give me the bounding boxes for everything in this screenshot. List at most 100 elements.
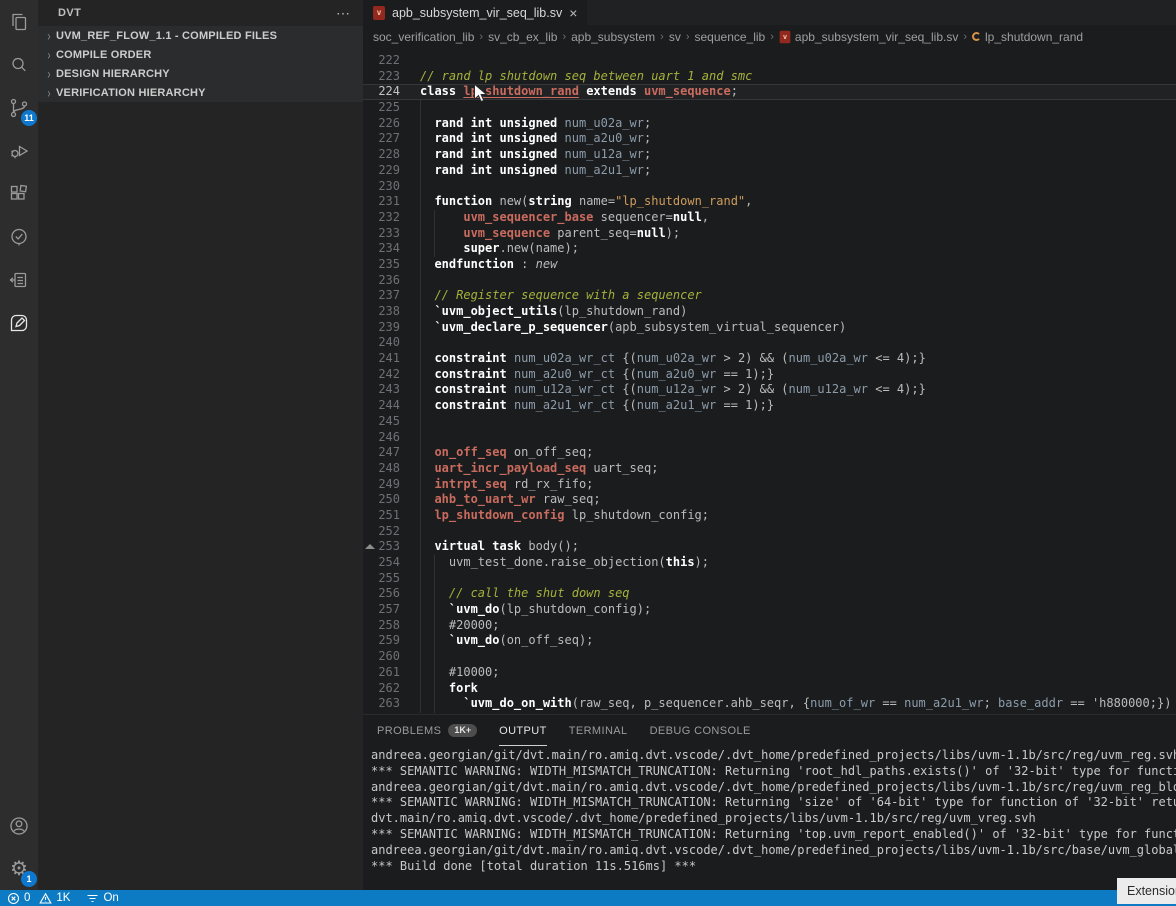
code-line[interactable]: 226 rand int unsigned num_u02a_wr;: [363, 116, 1176, 132]
code-line[interactable]: 246: [363, 430, 1176, 446]
problems-badge: 1K+: [448, 724, 477, 737]
code-line[interactable]: 240: [363, 335, 1176, 351]
line-number: 229: [363, 163, 408, 179]
settings-gear-icon[interactable]: ⚙ 1: [0, 847, 38, 890]
output-line: *** SEMANTIC WARNING: WIDTH_MISMATCH_TRU…: [371, 827, 1176, 843]
tab-apb-subsystem-vir-seq-lib[interactable]: apb_subsystem_vir_seq_lib.sv ×: [363, 0, 587, 25]
code-line[interactable]: 231 function new(string name="lp_shutdow…: [363, 194, 1176, 210]
code-line[interactable]: 250 ahb_to_uart_wr raw_seq;: [363, 492, 1176, 508]
code-line[interactable]: 257 `uvm_do(lp_shutdown_config);: [363, 602, 1176, 618]
problems-status[interactable]: 0 1K: [7, 892, 70, 905]
dvt-filter-status[interactable]: On: [86, 892, 118, 905]
line-number: 256: [363, 586, 408, 602]
code-line[interactable]: 224class lp_shutdown_rand extends uvm_se…: [363, 84, 1176, 100]
code-line[interactable]: 235 endfunction : new: [363, 257, 1176, 273]
tab-close-icon[interactable]: ×: [569, 6, 577, 20]
breadcrumb-item[interactable]: sv_cb_ex_lib: [488, 30, 557, 44]
sidebar-tree-item[interactable]: ›COMPILE ORDER: [38, 45, 363, 64]
code-line[interactable]: 248 uart_incr_payload_seq uart_seq;: [363, 461, 1176, 477]
breadcrumb-item[interactable]: apb_subsystem: [571, 30, 655, 44]
code-line[interactable]: 261 #10000;: [363, 665, 1176, 681]
line-number: 235: [363, 257, 408, 273]
search-icon[interactable]: [0, 43, 38, 86]
code-line[interactable]: 233 uvm_sequence parent_seq=null);: [363, 226, 1176, 242]
sidebar-tree-item[interactable]: ›VERIFICATION HIERARCHY: [38, 83, 363, 102]
code-line[interactable]: 247 on_off_seq on_off_seq;: [363, 445, 1176, 461]
verification-check-icon[interactable]: [0, 215, 38, 258]
code-line[interactable]: 245: [363, 414, 1176, 430]
code-line[interactable]: 225: [363, 100, 1176, 116]
warning-count: 1K: [56, 892, 70, 904]
output-line: andreea.georgian/git/dvt.main/ro.amiq.dv…: [371, 780, 1176, 796]
breadcrumb-item[interactable]: sequence_lib: [695, 30, 766, 44]
code-line[interactable]: 259 `uvm_do(on_off_seq);: [363, 633, 1176, 649]
code-line[interactable]: 222: [363, 53, 1176, 69]
panel-tab-output[interactable]: OUTPUT: [499, 715, 547, 746]
breadcrumb-item[interactable]: apb_subsystem_vir_seq_lib.sv: [779, 30, 958, 44]
status-bar: 0 1K On: [0, 890, 1176, 906]
sidebar-tree-item[interactable]: ›DESIGN HIERARCHY: [38, 64, 363, 83]
error-count: 0: [24, 892, 30, 904]
code-line[interactable]: 229 rand int unsigned num_a2u1_wr;: [363, 163, 1176, 179]
filter-icon: [86, 892, 99, 905]
breadcrumb-separator: ›: [655, 31, 669, 43]
line-number: 244: [363, 398, 408, 414]
line-number: 227: [363, 131, 408, 147]
code-line[interactable]: 239 `uvm_declare_p_sequencer(apb_subsyst…: [363, 320, 1176, 336]
breadcrumb-item[interactable]: lp_shutdown_rand: [972, 30, 1083, 44]
explorer-icon[interactable]: [0, 0, 38, 43]
dvt-icon[interactable]: [0, 301, 38, 344]
code-line[interactable]: 244 constraint num_a2u1_wr_ct {(num_a2u1…: [363, 398, 1176, 414]
tree-item-label: DESIGN HIERARCHY: [56, 68, 170, 80]
code-line[interactable]: 230: [363, 179, 1176, 195]
code-line[interactable]: 253 virtual task body();: [363, 539, 1176, 555]
tab-bar: apb_subsystem_vir_seq_lib.sv ×: [363, 0, 1176, 25]
sidebar-more-icon[interactable]: ⋯: [336, 5, 351, 22]
chevron-right-icon: ›: [43, 84, 54, 100]
extension-tooltip[interactable]: Extension: [1117, 878, 1176, 904]
run-debug-icon[interactable]: [0, 129, 38, 172]
code-line[interactable]: 243 constraint num_u12a_wr_ct {(num_u12a…: [363, 382, 1176, 398]
breadcrumb-item[interactable]: soc_verification_lib: [373, 30, 474, 44]
sidebar-dvt: DVT ⋯ ›UVM_REF_FLOW_1.1 - COMPILED FILES…: [38, 0, 363, 890]
settings-badge: 1: [21, 871, 37, 887]
code-line[interactable]: 234 super.new(name);: [363, 241, 1176, 257]
panel-tab-debug-console[interactable]: DEBUG CONSOLE: [650, 715, 751, 746]
code-line[interactable]: 251 lp_shutdown_config lp_shutdown_confi…: [363, 508, 1176, 524]
code-line[interactable]: 256 // call the shut down seq: [363, 586, 1176, 602]
code-line[interactable]: 241 constraint num_u02a_wr_ct {(num_u02a…: [363, 351, 1176, 367]
account-icon[interactable]: [0, 804, 38, 847]
code-line[interactable]: 249 intrpt_seq rd_rx_fifo;: [363, 477, 1176, 493]
chevron-right-icon: ›: [43, 27, 54, 43]
code-line[interactable]: 238 `uvm_object_utils(lp_shutdown_rand): [363, 304, 1176, 320]
code-line[interactable]: 227 rand int unsigned num_a2u0_wr;: [363, 131, 1176, 147]
breadcrumb: soc_verification_lib›sv_cb_ex_lib›apb_su…: [363, 25, 1176, 48]
code-line[interactable]: 258 #20000;: [363, 618, 1176, 634]
code-line[interactable]: 263 `uvm_do_on_with(raw_seq, p_sequencer…: [363, 696, 1176, 712]
report-icon[interactable]: [0, 258, 38, 301]
code-line[interactable]: 232 uvm_sequencer_base sequencer=null,: [363, 210, 1176, 226]
breadcrumb-separator: ›: [474, 31, 488, 43]
code-line[interactable]: 255: [363, 571, 1176, 587]
code-line[interactable]: 260: [363, 649, 1176, 665]
code-line[interactable]: 228 rand int unsigned num_u12a_wr;: [363, 147, 1176, 163]
panel-tab-problems[interactable]: PROBLEMS1K+: [377, 715, 477, 746]
breadcrumb-item[interactable]: sv: [669, 30, 681, 44]
code-line[interactable]: 237 // Register sequence with a sequence…: [363, 288, 1176, 304]
extensions-icon[interactable]: [0, 172, 38, 215]
breadcrumb-separator: ›: [765, 31, 779, 43]
code-line[interactable]: 242 constraint num_a2u0_wr_ct {(num_a2u0…: [363, 367, 1176, 383]
panel-tab-terminal[interactable]: TERMINAL: [569, 715, 628, 746]
line-number: 231: [363, 194, 408, 210]
code-line[interactable]: 223// rand lp shutdown seq between uart …: [363, 69, 1176, 85]
code-editor[interactable]: 222223// rand lp shutdown seq between ua…: [363, 53, 1176, 713]
sidebar-tree-item[interactable]: ›UVM_REF_FLOW_1.1 - COMPILED FILES: [38, 26, 363, 45]
code-line[interactable]: 252: [363, 524, 1176, 540]
code-line[interactable]: 254 uvm_test_done.raise_objection(this);: [363, 555, 1176, 571]
code-line[interactable]: 236: [363, 273, 1176, 289]
source-control-icon[interactable]: 11: [0, 86, 38, 129]
fold-marker-icon[interactable]: [365, 544, 375, 549]
code-line[interactable]: 262 fork: [363, 681, 1176, 697]
line-number: 263: [363, 696, 408, 712]
bottom-panel: PROBLEMS1K+ OUTPUT TERMINAL DEBUG CONSOLE a…: [363, 714, 1176, 890]
